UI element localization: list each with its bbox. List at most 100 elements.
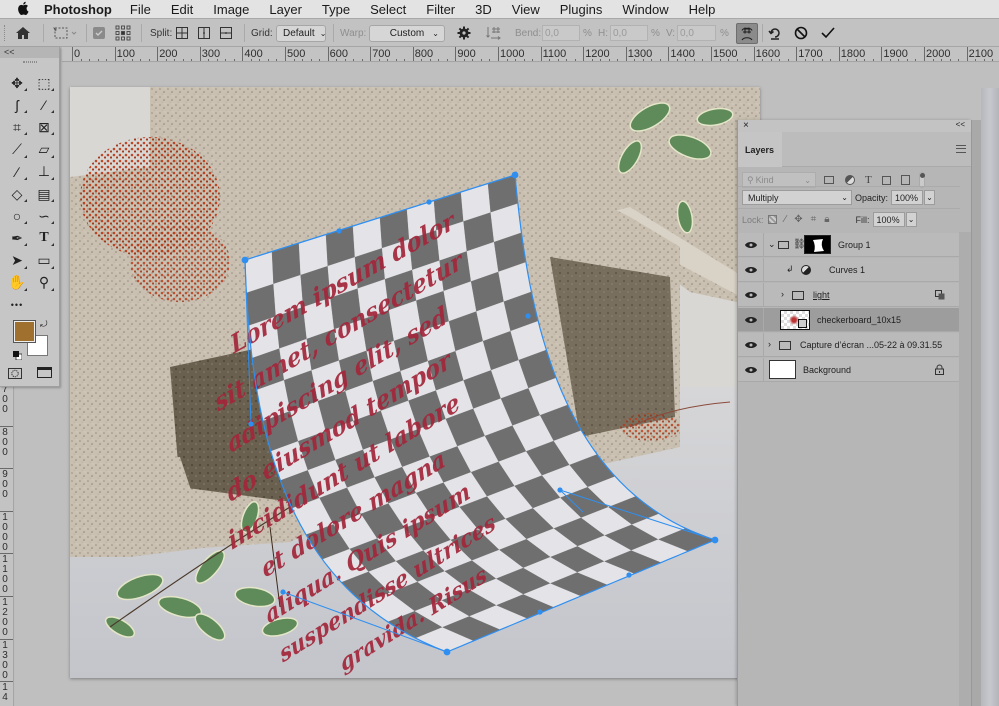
menu-help[interactable]: Help	[689, 2, 716, 17]
move-tool[interactable]: ✥	[6, 73, 28, 93]
foreground-color-swatch[interactable]	[13, 320, 36, 343]
menu-layer[interactable]: Layer	[269, 2, 302, 17]
menu-file[interactable]: File	[130, 2, 151, 17]
pixel-filter-icon[interactable]	[824, 176, 834, 184]
visibility-eye-icon[interactable]	[738, 308, 764, 332]
layer-row-background[interactable]: Background	[738, 358, 960, 382]
warp-control-point[interactable]	[537, 609, 543, 615]
expand-chevron-icon[interactable]: ›	[768, 339, 771, 349]
transform-marquee-icon[interactable]	[50, 19, 80, 47]
warp-control-point[interactable]	[241, 256, 249, 264]
tools-panel-grip[interactable]	[0, 58, 59, 66]
h-input[interactable]: 0,0	[610, 25, 648, 41]
split-horizontal-icon[interactable]	[219, 19, 233, 47]
blur-tool[interactable]: ○	[6, 206, 28, 226]
eraser-tool[interactable]: ◇	[6, 184, 28, 204]
menu-image[interactable]: Image	[213, 2, 249, 17]
path-selection-tool[interactable]: ➤	[6, 251, 28, 271]
eyedropper-tool[interactable]: ⟋	[6, 140, 28, 160]
bend-input[interactable]: 0,0	[542, 25, 580, 41]
frame-tool[interactable]: ⊠	[33, 117, 55, 137]
menu-edit[interactable]: Edit	[171, 2, 193, 17]
rectangular-marquee-tool[interactable]: ⬚	[33, 73, 55, 93]
layer-row-checkerboard[interactable]: checkerboard_10x15	[738, 308, 960, 332]
panel-menu-icon[interactable]	[956, 145, 966, 153]
type-tool[interactable]: T	[33, 228, 55, 248]
visibility-eye-icon[interactable]	[738, 283, 764, 307]
layer-row-capture-group[interactable]: › Capture d’écran ...05-22 à 09.31.55	[738, 333, 960, 357]
warp-control-point[interactable]	[248, 421, 254, 427]
gear-icon[interactable]	[456, 19, 472, 47]
tab-layers[interactable]: Layers	[738, 132, 782, 167]
brush-tool[interactable]: ∕	[6, 162, 28, 182]
warp-control-point[interactable]	[511, 171, 519, 179]
warp-control-point[interactable]	[336, 228, 342, 234]
menu-plugins[interactable]: Plugins	[560, 2, 603, 17]
options-bar-grip[interactable]	[4, 19, 7, 47]
close-panel-icon[interactable]: ×	[743, 120, 749, 131]
warp-control-point[interactable]	[557, 487, 563, 493]
menu-photoshop[interactable]: Photoshop	[44, 2, 112, 17]
lock-position-icon[interactable]: ✥	[794, 214, 802, 225]
menu-filter[interactable]: Filter	[426, 2, 455, 17]
adjustment-filter-icon[interactable]	[845, 175, 855, 185]
lock-image-icon[interactable]: ∕	[785, 214, 787, 225]
warp-mode-icon[interactable]	[736, 23, 758, 44]
v-input[interactable]: 0,0	[677, 25, 716, 41]
split-cross-icon[interactable]	[175, 19, 189, 47]
quick-mask-icon[interactable]	[8, 366, 22, 379]
document-canvas[interactable]: Lorem ipsum dolor sit amet, consectetur ad…	[70, 87, 760, 678]
opacity-dropdown-button[interactable]: ⌄	[924, 190, 936, 205]
warp-orientation-icon[interactable]	[485, 19, 503, 47]
lock-transparent-icon[interactable]	[767, 215, 777, 224]
menu-3d[interactable]: 3D	[475, 2, 492, 17]
layer-thumbnail[interactable]	[780, 310, 810, 330]
magic-wand-tool[interactable]: ⁄	[33, 95, 55, 115]
collapse-panel-icon[interactable]: <<	[956, 120, 965, 129]
zoom-tool[interactable]: ⚲	[33, 273, 55, 293]
warp-dropdown[interactable]: Custom ⌄	[369, 24, 445, 42]
apple-logo-icon[interactable]	[15, 1, 31, 18]
clone-stamp-tool[interactable]: ⊥	[33, 162, 55, 182]
cancel-icon[interactable]	[793, 19, 809, 47]
reference-point-grid-icon[interactable]	[114, 19, 132, 47]
crop-tool[interactable]: ⌗	[6, 117, 28, 137]
layer-row-light[interactable]: › light	[738, 283, 960, 307]
menu-window[interactable]: Window	[622, 2, 668, 17]
grid-dropdown[interactable]: Default ⌄	[276, 24, 326, 42]
expand-chevron-icon[interactable]: ›	[781, 289, 784, 299]
shape-filter-icon[interactable]	[881, 175, 891, 185]
layers-scrollbar[interactable]	[959, 232, 971, 706]
visibility-eye-icon[interactable]	[738, 258, 764, 282]
blend-mode-dropdown[interactable]: Multiply ⌄	[742, 190, 852, 205]
menu-select[interactable]: Select	[370, 2, 406, 17]
home-icon[interactable]	[14, 19, 32, 47]
lock-all-icon[interactable]: 🔒︎	[824, 214, 829, 225]
undo-icon[interactable]	[767, 19, 783, 47]
healing-brush-tool[interactable]: ▱	[33, 140, 55, 160]
type-filter-icon[interactable]: T	[865, 174, 872, 186]
default-colors-icon[interactable]	[13, 347, 23, 361]
warp-control-point[interactable]	[443, 648, 451, 656]
horizontal-ruler[interactable]: 0 100 200 300 400 500 600 700 800 900 1000 1100 1200…	[62, 47, 999, 62]
fill-input[interactable]: 100%	[872, 212, 905, 227]
warp-control-point[interactable]	[280, 589, 286, 595]
commit-checkmark-icon[interactable]	[820, 19, 836, 47]
tools-collapse-button[interactable]: <<	[0, 47, 59, 58]
warp-control-point[interactable]	[626, 572, 632, 578]
menu-type[interactable]: Type	[322, 2, 350, 17]
visibility-eye-icon[interactable]	[738, 233, 764, 257]
layer-mask-thumbnail[interactable]	[804, 235, 831, 254]
warp-control-point[interactable]	[426, 199, 432, 205]
rectangle-tool[interactable]: ▭	[33, 251, 55, 271]
expand-chevron-icon[interactable]: ⌄	[768, 239, 776, 250]
swap-colors-icon[interactable]: ⤾	[40, 319, 48, 330]
dodge-tool[interactable]: ∽	[33, 206, 55, 226]
visibility-eye-icon[interactable]	[738, 358, 764, 382]
visibility-eye-icon[interactable]	[738, 333, 764, 357]
hand-tool[interactable]: ✋	[6, 273, 28, 293]
fill-dropdown-button[interactable]: ⌄	[905, 212, 917, 227]
smart-object-filter-icon[interactable]	[900, 175, 910, 185]
opacity-input[interactable]: 100%	[891, 190, 924, 205]
gradient-tool[interactable]: ▤	[33, 184, 55, 204]
